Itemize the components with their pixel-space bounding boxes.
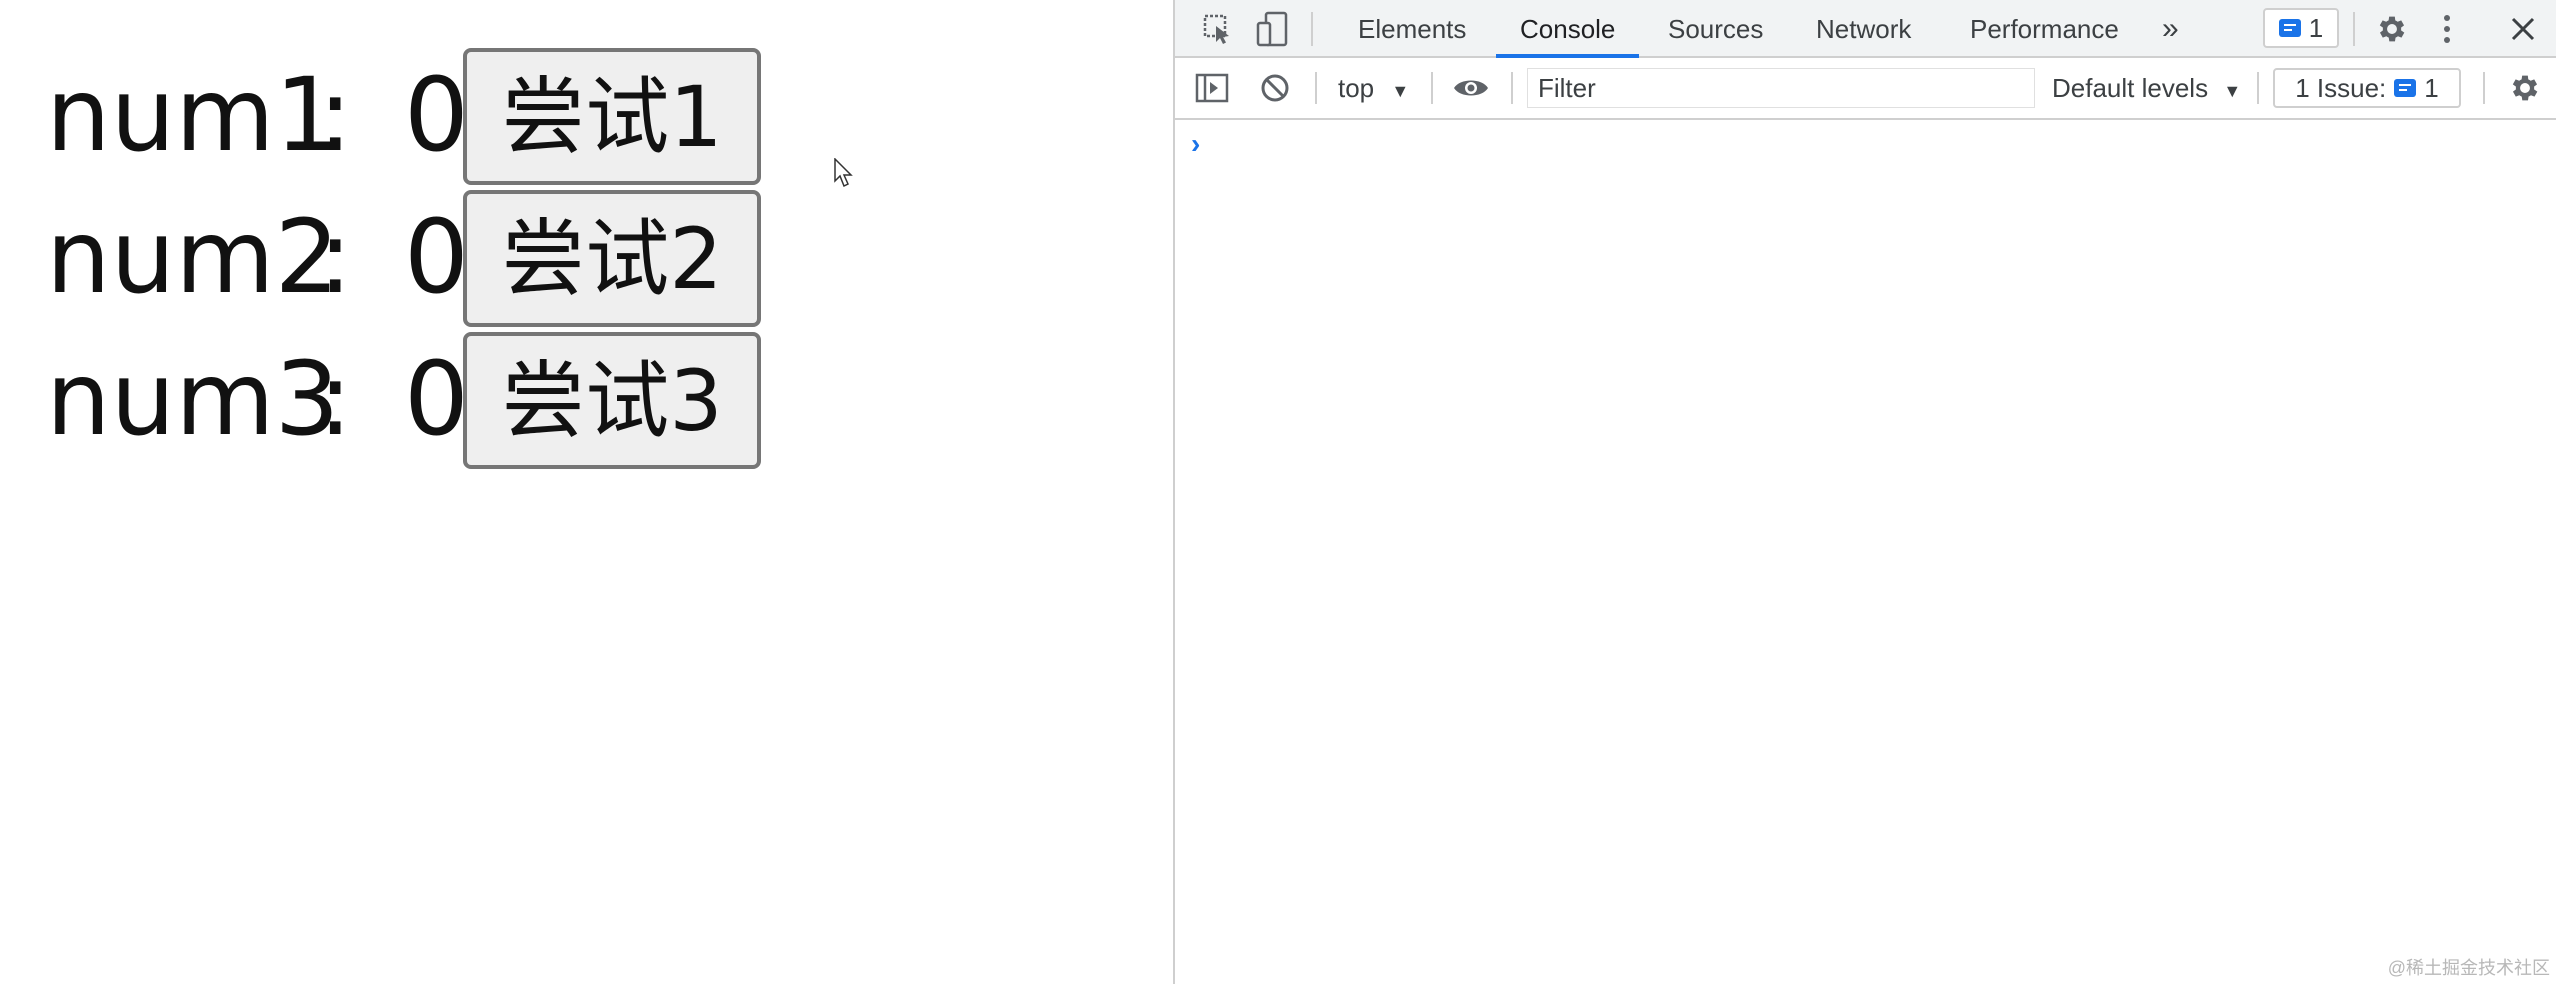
context-selector[interactable]: top ▼ [1338,58,1409,118]
devtools-panel: Elements Console Sources Network Perform… [1173,0,2556,984]
counter-row-2: num2 : 0 尝试2 [0,190,800,332]
counter-colon: : [318,56,353,175]
live-expression-eye-icon[interactable] [1451,70,1491,106]
try-button-1[interactable]: 尝试1 [463,48,761,185]
counter-label: num1 [46,56,340,175]
toolbar-divider [1431,72,1433,104]
try-button-2[interactable]: 尝试2 [463,190,761,327]
counter-value: 0 [404,340,469,459]
mouse-pointer-icon [834,158,853,188]
tab-elements[interactable]: Elements [1358,0,1466,58]
messages-badge[interactable]: 1 [2263,8,2339,48]
console-settings-gear-icon[interactable] [2505,68,2545,108]
sidebar-toggle-icon[interactable] [1193,70,1231,106]
log-levels-label: Default levels [2052,73,2209,103]
toolbar-divider [1315,72,1317,104]
tab-network[interactable]: Network [1816,0,1911,58]
close-devtools-icon[interactable] [2505,11,2541,47]
counter-label: num2 [46,198,340,317]
context-value: top [1338,73,1375,103]
dropdown-arrow-icon: ▼ [1391,81,1410,101]
toolbar-divider [2257,72,2259,104]
message-icon [2278,19,2301,37]
issues-button[interactable]: 1 Issue: 1 [2273,68,2461,108]
issues-count: 1 [2424,72,2439,103]
toolbar-divider [1311,12,1313,46]
counter-colon: : [318,340,353,459]
filter-input[interactable] [1527,68,2035,108]
counter-value: 0 [404,56,469,175]
issues-label: 1 Issue: [2295,72,2387,103]
toolbar-divider [1511,72,1513,104]
tab-sources[interactable]: Sources [1668,0,1763,58]
more-tabs-icon[interactable]: » [2162,0,2179,58]
counter-colon: : [318,198,353,317]
clear-console-icon[interactable] [1257,70,1293,106]
counter-value: 0 [404,198,469,317]
console-toolbar: top ▼ Default levels ▼ 1 Issue: 1 [1175,58,2556,120]
web-page-content: num1 : 0 尝试1 num2 : 0 尝试2 num3 : 0 尝试3 [0,0,1173,984]
try-button-3[interactable]: 尝试3 [463,332,761,469]
more-options-icon[interactable] [2432,9,2462,49]
toolbar-divider [2353,12,2355,46]
console-prompt-icon[interactable]: › [1191,128,1200,160]
toolbar-divider [2483,72,2485,104]
log-levels-dropdown[interactable]: Default levels ▼ [2052,58,2241,118]
messages-count: 1 [2308,12,2324,43]
issue-message-icon [2394,79,2417,97]
devtools-tab-bar: Elements Console Sources Network Perform… [1175,0,2556,58]
device-toolbar-icon[interactable] [1253,8,1293,50]
dropdown-arrow-icon: ▼ [2223,81,2242,101]
counter-row-3: num3 : 0 尝试3 [0,332,800,474]
counter-label: num3 [46,340,340,459]
counter-row-1: num1 : 0 尝试1 [0,48,800,190]
tab-performance[interactable]: Performance [1970,0,2119,58]
settings-gear-icon[interactable] [2372,9,2412,49]
watermark: @稀土掘金技术社区 [2387,958,2550,978]
tab-console[interactable]: Console [1495,0,1640,58]
inspect-element-icon[interactable] [1199,10,1237,48]
